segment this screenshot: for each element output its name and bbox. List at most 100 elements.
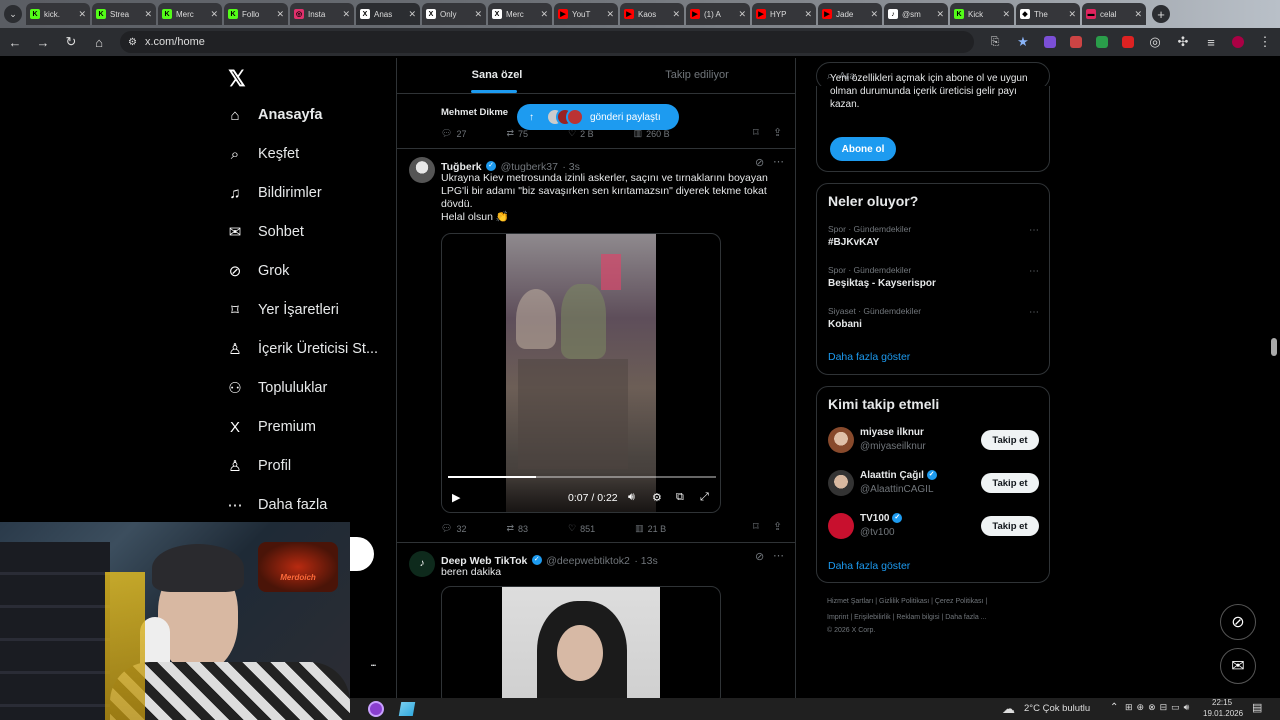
show-more-follow-link[interactable]: Daha fazla göster (828, 560, 910, 572)
nav-item-bookmark[interactable]: ⌑ Yer İşaretleri (226, 301, 339, 319)
grok-fab-icon[interactable]: ⊘ (1220, 604, 1256, 640)
install-icon[interactable]: ⎘ (988, 36, 1002, 49)
new-tab-button[interactable]: + (1152, 5, 1170, 23)
browser-tab[interactable]: X Merc ✕ (488, 3, 552, 25)
more-options-icon[interactable]: ⋯ (773, 155, 784, 168)
close-tab-icon[interactable]: ✕ (672, 9, 680, 20)
reading-list-icon[interactable]: ≡ (1204, 35, 1218, 50)
browser-tab[interactable]: ▶ YouT ✕ (554, 3, 618, 25)
tab-for-you[interactable]: Sana özel (397, 58, 597, 93)
trend-name[interactable]: Beşiktaş - Kayserispor (828, 278, 936, 289)
reply-button[interactable]: 💬︎ 32 (441, 523, 466, 534)
browser-tab[interactable]: X Only ✕ (422, 3, 486, 25)
chevron-up-icon[interactable]: ⌃ (1110, 702, 1118, 713)
new-posts-pill[interactable]: ↑ gönderi paylaştı (517, 104, 679, 130)
browser-tab[interactable]: K Follo ✕ (224, 3, 288, 25)
more-options-icon[interactable]: ⋯ (1029, 225, 1039, 236)
suggested-user-name[interactable]: miyase ilknur (860, 427, 924, 438)
extension-icon[interactable] (1044, 36, 1056, 48)
trend-name[interactable]: #BJKvKAY (828, 237, 879, 248)
like-button[interactable]: ♡ 2 B (568, 128, 594, 139)
webcam-more-dots[interactable]: ... (370, 654, 377, 669)
close-tab-icon[interactable]: ✕ (870, 9, 878, 20)
close-tab-icon[interactable]: ✕ (144, 9, 152, 20)
subscribe-button[interactable]: Abone ol (830, 137, 896, 161)
adblock-icon[interactable] (1122, 36, 1134, 48)
weather-text[interactable]: 2°C Çok bulutlu (1024, 703, 1090, 714)
browser-tab[interactable]: ◎ Insta ✕ (290, 3, 354, 25)
play-icon[interactable]: ▶ (452, 491, 460, 504)
retweet-button[interactable]: ⇄ 83 (506, 523, 528, 534)
suggested-user-name[interactable]: Alaattin Çağıl ✓ (860, 470, 937, 481)
video-player[interactable]: ▶ 0:07 / 0:22 🔊︎ ⚙ ⧉ ⤢ (441, 233, 721, 513)
nav-item-communities[interactable]: ⚇ Topluluklar (226, 379, 327, 397)
views-button[interactable]: ▥ 21 B (635, 523, 666, 534)
browser-menu-icon[interactable]: ⋮ (1258, 34, 1272, 50)
nav-item-search[interactable]: ⌕ Keşfet (226, 145, 299, 163)
suggested-user-name[interactable]: TV100 ✓ (860, 513, 903, 524)
avatar[interactable] (409, 157, 435, 183)
close-tab-icon[interactable]: ✕ (606, 9, 614, 20)
browser-tab[interactable]: ◆ The ✕ (1016, 3, 1080, 25)
scrollbar[interactable] (1268, 58, 1280, 698)
tab-following[interactable]: Takip ediliyor (597, 58, 795, 93)
close-tab-icon[interactable]: ✕ (408, 9, 416, 20)
suggested-user-handle[interactable]: @tv100 (860, 527, 895, 538)
like-button[interactable]: ♡ 851 (568, 523, 595, 534)
extension-icon[interactable]: ◎ (1148, 34, 1162, 50)
follow-button[interactable]: Takip et (981, 430, 1039, 450)
retweet-button[interactable]: ⇄ 75 (506, 128, 528, 139)
scrollbar-thumb[interactable] (1271, 338, 1277, 356)
nav-item-grok[interactable]: ⊘ Grok (226, 262, 290, 280)
picture-in-picture-icon[interactable]: ⧉ (676, 491, 684, 504)
browser-tab[interactable]: K Strea ✕ (92, 3, 156, 25)
bookmark-icon[interactable]: ⌑ (753, 126, 759, 139)
volume-icon[interactable]: 🔊︎ (628, 491, 635, 504)
clock-time[interactable]: 22:15 (1212, 698, 1232, 707)
close-tab-icon[interactable]: ✕ (78, 9, 86, 20)
follow-button[interactable]: Takip et (981, 516, 1039, 536)
messages-fab-icon[interactable]: ✉ (1220, 648, 1256, 684)
close-tab-icon[interactable]: ✕ (1068, 9, 1076, 20)
close-tab-icon[interactable]: ✕ (474, 9, 482, 20)
close-tab-icon[interactable]: ✕ (804, 9, 812, 20)
trend-name[interactable]: Kobani (828, 319, 862, 330)
back-icon[interactable]: ← (8, 35, 22, 50)
grok-icon[interactable]: ⊘ (755, 156, 764, 169)
more-options-icon[interactable]: ⋯ (1029, 307, 1039, 318)
tweet-media-image[interactable] (441, 586, 721, 698)
tweet-author-name[interactable]: Mehmet Dikme (441, 107, 508, 118)
app-icon[interactable] (398, 702, 416, 716)
browser-tab[interactable]: ▶ (1) A ✕ (686, 3, 750, 25)
browser-tab[interactable]: ▶ HYP ✕ (752, 3, 816, 25)
nav-item-creator[interactable]: ♙ İçerik Üreticisi St... (226, 340, 378, 358)
profile-avatar[interactable] (1232, 36, 1244, 48)
close-tab-icon[interactable]: ✕ (936, 9, 944, 20)
site-info-icon[interactable]: ⚙ (128, 37, 137, 48)
more-options-icon[interactable]: ⋯ (1029, 266, 1039, 277)
browser-tab[interactable]: ♪ @sm ✕ (884, 3, 948, 25)
tab-search-icon[interactable]: ⌄ (4, 5, 22, 23)
nav-item-profile[interactable]: ♙ Profil (226, 457, 291, 475)
browser-tab[interactable]: K Kick ✕ (950, 3, 1014, 25)
settings-gear-icon[interactable]: ⚙ (652, 491, 662, 504)
nav-item-home[interactable]: ⌂ Anasayfa (226, 106, 322, 124)
views-button[interactable]: ▥ 260 B (634, 128, 670, 139)
app-icon[interactable] (368, 701, 384, 717)
avatar[interactable] (828, 470, 854, 496)
avatar[interactable]: ♪ (409, 551, 435, 577)
bookmark-star-icon[interactable]: ★ (1016, 34, 1030, 50)
footer-links[interactable]: Hizmet Şartları | Gizlilik Politikası | … (827, 598, 987, 605)
close-tab-icon[interactable]: ✕ (210, 9, 218, 20)
bookmark-icon[interactable]: ⌑ (753, 520, 759, 533)
clock-date[interactable]: 19.01.2026 (1203, 709, 1243, 718)
browser-tab[interactable]: ▶ Jade ✕ (818, 3, 882, 25)
x-logo-icon[interactable]: 𝕏 (228, 66, 246, 92)
browser-tab[interactable]: K Merc ✕ (158, 3, 222, 25)
browser-tab[interactable]: ▬ celal ✕ (1082, 3, 1146, 25)
close-tab-icon[interactable]: ✕ (1002, 9, 1010, 20)
video-progress-bar[interactable] (448, 476, 716, 478)
fullscreen-icon[interactable]: ⤢ (700, 491, 709, 504)
share-icon[interactable]: ⇪ (773, 520, 782, 533)
more-options-icon[interactable]: ⋯ (773, 549, 784, 562)
